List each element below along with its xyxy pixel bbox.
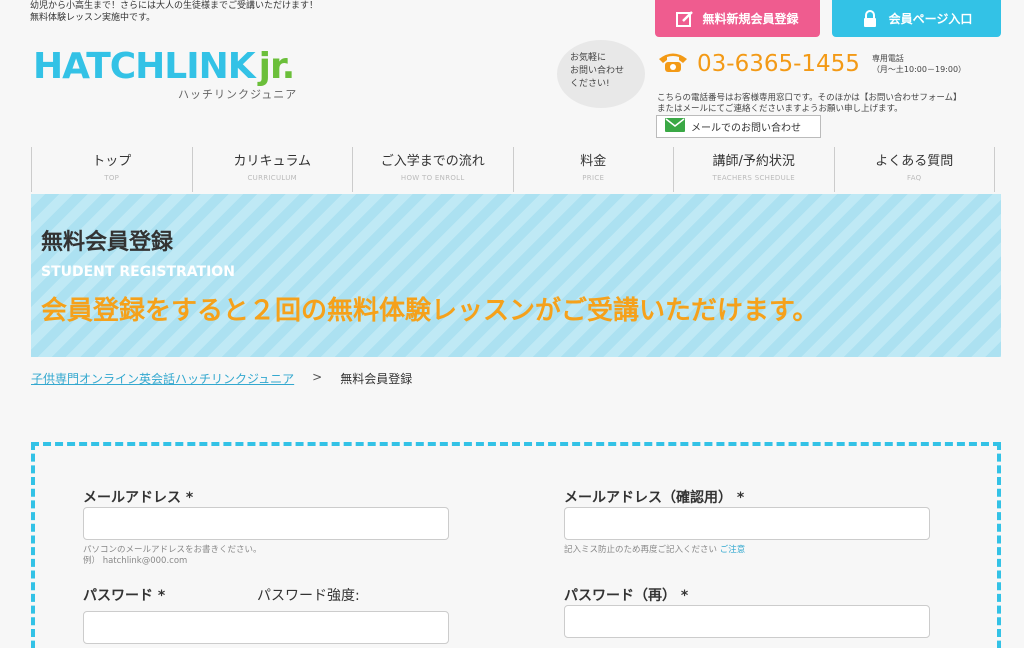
nav-sublabel: TOP [104, 174, 120, 182]
email-hint-line-2: 例） hatchlink@000.com [83, 556, 188, 566]
nav-label: よくある質問 [875, 154, 954, 169]
password-confirm-label: パスワード（再） * [564, 588, 689, 604]
nav-item-price[interactable]: 料金 PRICE [512, 147, 674, 192]
phone-note-line-2: またはメールにてご連絡くださいますようお願い申し上げます。 [657, 104, 903, 114]
logo-main-text: HATCHLINK [33, 46, 256, 87]
email-confirm-label: メールアドレス（確認用） * [564, 490, 745, 506]
mail-contact-label: メールでのお問い合わせ [691, 123, 801, 134]
caution-link[interactable]: ご注意 [720, 545, 746, 555]
mail-icon [665, 118, 685, 135]
page-title: 無料会員登録 [41, 230, 174, 255]
phone-note: こちらの電話番号はお客様専用窓口です。そのほかは【お問い合わせフォーム】 または… [657, 93, 962, 115]
hero-lead-text: 会員登録をすると２回の無料体験レッスンがご受講いただけます。 [41, 296, 819, 326]
phone-hours: 専用電話 （月～土10:00－19:00） [872, 53, 966, 75]
nav-sublabel: CURRICULUM [247, 174, 298, 182]
phone-icon [657, 50, 689, 78]
mail-contact-button[interactable]: メールでのお問い合わせ [656, 115, 821, 138]
nav-sublabel: TEACHERS SCHEDULE [712, 174, 795, 182]
nav-label: 料金 [580, 154, 607, 169]
email-confirm-input[interactable] [564, 507, 930, 540]
tagline-line-1: 幼児から小高生まで！さらには大人の生徒様までご受講いただけます！ [30, 1, 319, 11]
breadcrumb-separator: > [312, 370, 323, 384]
nav-label: 講師/予約状況 [712, 154, 795, 169]
password-input[interactable] [83, 611, 449, 644]
main-nav: トップ TOP カリキュラム CURRICULUM ご入学までの流れ HOW T… [31, 147, 995, 192]
nav-item-top[interactable]: トップ TOP [31, 147, 192, 192]
phone-hours-line-1: 専用電話 [871, 54, 904, 63]
email-label: メールアドレス * [83, 490, 194, 506]
email-confirm-hint-text: 記入ミス防止のため再度ご記入ください [564, 545, 718, 555]
phone-hours-line-2: （月～土10:00－19:00） [871, 65, 967, 74]
bubble-line-2: お問い合わせ [570, 66, 625, 76]
nav-item-teachers[interactable]: 講師/予約状況 TEACHERS SCHEDULE [673, 147, 834, 192]
password-confirm-input[interactable] [564, 605, 930, 638]
nav-item-curriculum[interactable]: カリキュラム CURRICULUM [191, 147, 353, 192]
phone-block: 03-6365-1455 専用電話 （月～土10:00－19:00） [657, 50, 966, 78]
nav-label: トップ [92, 154, 132, 169]
member-page-button[interactable]: 会員ページ入口 [832, 0, 1001, 37]
free-register-button[interactable]: 無料新規会員登録 [655, 0, 820, 37]
site-logo[interactable]: HATCHLINK jr. ハッチリンクジュニア [33, 42, 323, 104]
nav-sublabel: FAQ [907, 174, 922, 182]
breadcrumb-home-link[interactable]: 子供専門オンライン英会話ハッチリンクジュニア [31, 370, 294, 387]
logo-jr-text: jr. [258, 46, 296, 87]
email-input[interactable] [83, 507, 449, 540]
bubble-line-3: ください! [570, 79, 610, 89]
member-page-label: 会員ページ入口 [888, 12, 973, 26]
page-subtitle: STUDENT REGISTRATION [41, 264, 235, 280]
nav-item-how-to-enroll[interactable]: ご入学までの流れ HOW TO ENROLL [352, 147, 513, 192]
nav-sublabel: HOW TO ENROLL [400, 174, 465, 182]
breadcrumb-current: 無料会員登録 [340, 372, 413, 386]
lock-icon [861, 9, 879, 28]
email-hint: パソコンのメールアドレスをお書きください。 例） hatchlink@000.c… [83, 545, 262, 567]
email-confirm-hint: 記入ミス防止のため再度ご記入ください ご注意 [564, 545, 745, 556]
password-label: パスワード * [83, 588, 166, 604]
free-register-label: 無料新規会員登録 [702, 12, 799, 26]
edit-icon [676, 10, 694, 28]
hero-banner: 無料会員登録 STUDENT REGISTRATION 会員登録をすると２回の無… [31, 194, 1001, 357]
tagline-line-2: 無料体験レッスン実施中です。 [30, 13, 156, 23]
nav-label: ご入学までの流れ [380, 154, 485, 169]
phone-note-line-1: こちらの電話番号はお客様専用窓口です。そのほかは【お問い合わせフォーム】 [657, 93, 962, 103]
breadcrumb: 子供専門オンライン英会話ハッチリンクジュニア > 無料会員登録 [31, 370, 412, 387]
nav-sublabel: PRICE [582, 174, 605, 182]
logo-subtitle: ハッチリンクジュニア [178, 88, 298, 101]
email-hint-line-1: パソコンのメールアドレスをお書きください。 [83, 545, 262, 555]
header-tagline: 幼児から小高生まで！さらには大人の生徒様までご受講いただけます！ 無料体験レッス… [30, 0, 318, 24]
nav-label: カリキュラム [233, 154, 312, 169]
password-strength-label: パスワード強度: [257, 588, 360, 604]
phone-number[interactable]: 03-6365-1455 [697, 51, 860, 77]
contact-bubble: お気軽に お問い合わせ ください! [557, 40, 645, 108]
bubble-line-1: お気軽に [570, 53, 607, 63]
nav-item-faq[interactable]: よくある質問 FAQ [833, 147, 995, 192]
